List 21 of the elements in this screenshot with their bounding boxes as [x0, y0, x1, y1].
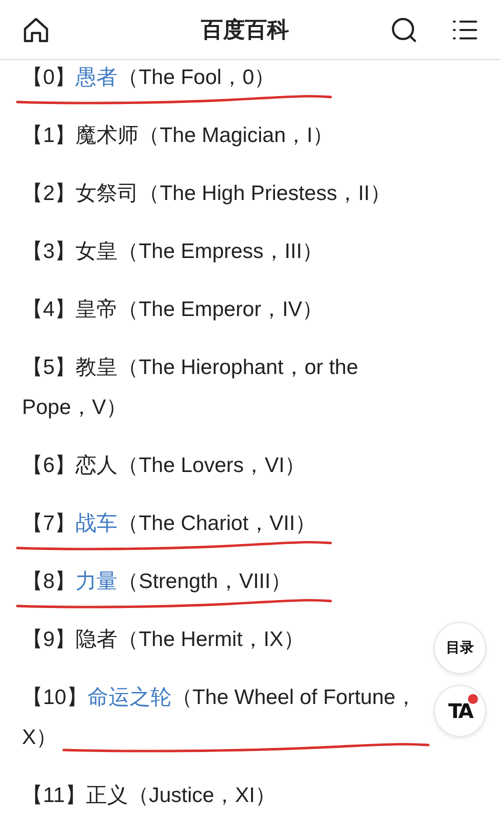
entry-link[interactable]: 战车 [76, 512, 118, 535]
list-entry: 【6】恋人（The Lovers，VI） [22, 453, 306, 479]
list-entry: 【11】正义（Justice，XI） [22, 783, 276, 809]
site-title: 百度百科 [200, 16, 290, 44]
list-entry: 【3】女皇（The Empress，III） [22, 239, 324, 265]
list-entry: 【9】隐者（The Hermit，IX） [22, 627, 304, 653]
list-entry: 【2】女祭司（The High Priestess，II） [22, 181, 391, 207]
list-entry: 【7】战车（The Chariot，VII） [22, 511, 316, 537]
entry-link[interactable]: 力量 [76, 570, 118, 593]
list-entry: 【0】愚者（The Fool，0） [22, 65, 276, 91]
list-entry: 【8】力量（Strength，VIII） [22, 569, 292, 595]
contents-button[interactable]: 目录 [434, 622, 486, 674]
search-icon[interactable] [390, 16, 418, 44]
list-entry: 【4】皇帝（The Emperor，IV） [22, 297, 324, 323]
home-icon[interactable] [22, 16, 50, 44]
entry-link[interactable]: 命运之轮 [87, 686, 172, 709]
list-entry: 【10】命运之轮（The Wheel of Fortune，X） [22, 685, 418, 751]
list-entry: 【5】教皇（The Hierophant，or the Pope，V） [22, 355, 360, 421]
list-entry: 【1】魔术师（The Magician，I） [22, 123, 334, 149]
entry-link[interactable]: 愚者 [76, 66, 118, 89]
ta-button[interactable]: TA [434, 685, 486, 737]
